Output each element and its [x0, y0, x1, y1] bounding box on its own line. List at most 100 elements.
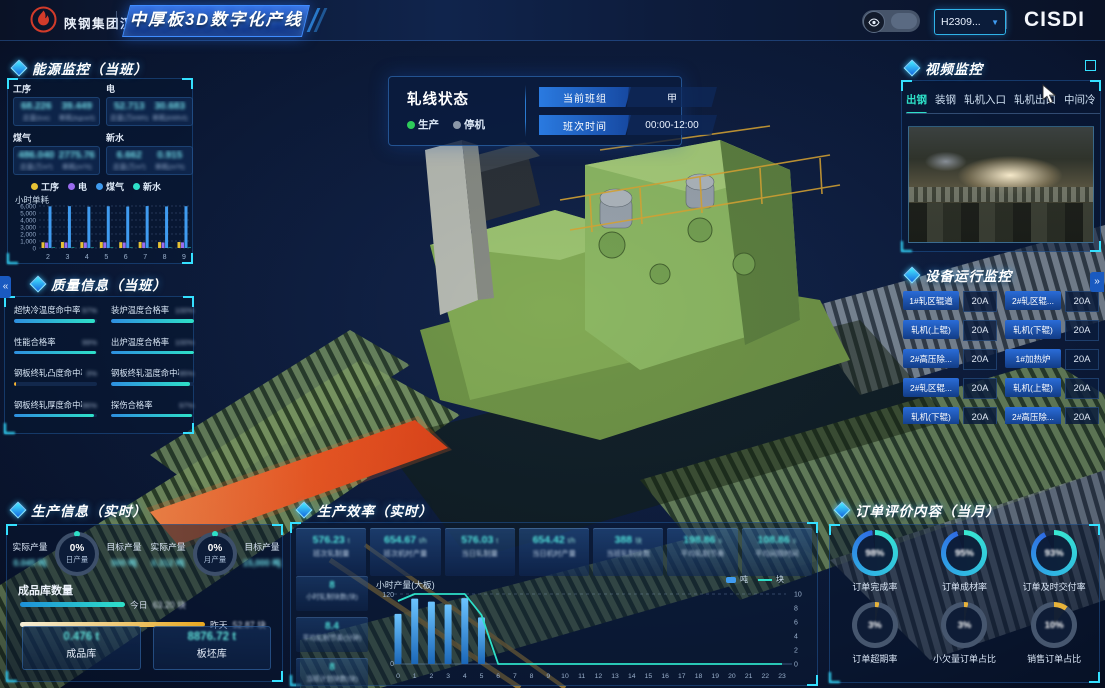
warehouse-label: 成品库: [23, 645, 140, 660]
svg-text:5: 5: [480, 673, 484, 680]
quality-progress-fill: [14, 414, 94, 418]
order-donut: 93%订单及时交付率: [1011, 530, 1097, 593]
energy-metric-unit: 单耗(m³/t): [57, 161, 98, 171]
gauge-percent: 0%: [70, 543, 84, 554]
donut-percent: 98%: [865, 548, 884, 559]
svg-text:9: 9: [546, 673, 550, 680]
energy-groups: 工序68.226总量(tce)39.449单耗(kgce/t)电52.713总量…: [13, 82, 193, 175]
donut-ring: 95%: [941, 530, 987, 576]
svg-text:120: 120: [382, 592, 394, 599]
warehouse-box: 8876.72 t板坯库: [153, 626, 272, 670]
diamond-icon: [296, 502, 313, 519]
quality-item-top: 装炉温度合格率100%: [111, 304, 194, 316]
production-gauges: 实际产量0.045 吨0%日产量目标产量500 吨实际产量0.312 吨0%月产…: [8, 532, 283, 576]
equipment-row: 2#轧区辊...20A轧机(上辊)20A: [903, 378, 1099, 399]
quality-item-top: 钢板终轧温度命中率95%: [111, 367, 194, 379]
equipment-cell: 1#加热炉20A: [1005, 349, 1099, 370]
quality-progress-track: [14, 382, 97, 386]
equipment-name-chip[interactable]: 2#高压除...: [903, 349, 959, 368]
device-select-value: H2309...: [941, 16, 981, 28]
equipment-row: 1#轧区辊道20A2#轧区辊...20A: [903, 291, 1099, 312]
top-bar: 陕钢集团汉钢公司 中厚板3D数字化产线 H2309... ▼ CISDI: [0, 0, 1105, 41]
page-title-banner: 中厚板3D数字化产线: [122, 5, 310, 37]
device-select[interactable]: H2309... ▼: [934, 9, 1006, 35]
gauge-center: 0%月产量: [197, 536, 233, 572]
equipment-name-chip[interactable]: 轧机(上辊): [903, 320, 959, 339]
video-tab-出钢[interactable]: 出钢: [906, 92, 927, 107]
svg-text:5: 5: [104, 254, 108, 261]
legend-item: 电: [68, 180, 87, 193]
equipment-name-chip[interactable]: 1#加热炉: [1005, 349, 1061, 368]
equipment-name-chip[interactable]: 轧机(下辊): [903, 407, 959, 424]
equipment-name-chip[interactable]: 轧机(下辊): [1005, 320, 1061, 339]
visibility-toggle[interactable]: [862, 10, 920, 32]
equipment-name-chip[interactable]: 2#轧区辊...: [903, 378, 959, 397]
donut-center: 3%: [946, 607, 982, 643]
video-tab-轧机出口[interactable]: 轧机出口: [1014, 92, 1056, 107]
efficiency-cards: 576.23 t班次轧制量654.67 t/h班次机时产量576.03 t当日轧…: [296, 528, 812, 576]
energy-metric-value: 30.683: [150, 101, 191, 112]
efficiency-card-label: 当日机时产量: [519, 549, 589, 559]
video-tab-装钢[interactable]: 装钢: [935, 92, 956, 107]
equipment-name-chip[interactable]: 1#轧区辊道: [903, 291, 959, 310]
svg-text:6,000: 6,000: [20, 203, 36, 210]
camera-feed-thumbnail[interactable]: [908, 126, 1094, 243]
chevron-down-icon: ▼: [991, 18, 999, 27]
donut-center: 98%: [857, 535, 893, 571]
efficiency-card: 388 块当班轧制块数: [593, 528, 663, 576]
equipment-value: 20A: [963, 349, 997, 370]
status-dot: [453, 121, 461, 129]
energy-metric-value: 486.040: [16, 150, 57, 161]
equipment-value: 20A: [1065, 378, 1099, 399]
quality-item: 装炉温度合格率100%: [111, 304, 194, 323]
quality-item-top: 超快冷温度命中率97%: [14, 304, 97, 316]
quality-progress-fill: [14, 319, 95, 323]
collapse-right-button[interactable]: »: [1090, 272, 1104, 292]
svg-text:10: 10: [561, 673, 569, 680]
order-donut: 98%订单完成率: [832, 530, 918, 593]
shift-value: 甲: [627, 87, 717, 107]
legend-dot: [96, 183, 103, 190]
toggle-knob: [891, 13, 917, 29]
energy-group-name: 煤气: [13, 131, 100, 144]
svg-text:13: 13: [611, 673, 619, 680]
quality-progress-track: [111, 382, 194, 386]
page-title: 中厚板3D数字化产线: [127, 6, 305, 35]
gauge-actual-label: 实际产量: [8, 540, 52, 553]
energy-metric-value: 0.915: [150, 150, 191, 161]
legend-label: 工序: [41, 180, 59, 193]
warehouse-value: 8876.72 t: [154, 631, 271, 643]
video-panel: 视频监控 出钢装钢轧机入口轧机出口中间冷电加热: [898, 54, 1104, 255]
quality-item: 钢板终轧温度命中率95%: [111, 367, 194, 386]
quality-panel: 质量信息（当班） 超快冷温度命中率97%装炉温度合格率100%性能合格率99%出…: [2, 270, 196, 436]
svg-text:0: 0: [32, 245, 36, 252]
gauge-actual: 实际产量0.312 吨: [146, 540, 190, 569]
energy-group-box: 52.713总量(万kWh)30.683单耗(kWh/t): [106, 97, 193, 126]
side-box-label: 小时轧制块数(块): [296, 591, 368, 601]
quality-progress-fill: [111, 414, 192, 418]
efficiency-card-label: 平均轧制节奏: [667, 549, 737, 559]
efficiency-card-label: 班次轧制量: [296, 549, 366, 559]
quality-item-label: 钢板终轧厚度命中率: [14, 399, 82, 411]
svg-text:6: 6: [496, 673, 500, 680]
svg-text:4: 4: [463, 673, 467, 680]
equipment-cell: 2#轧区辊...20A: [1005, 291, 1099, 312]
video-tab-轧机入口[interactable]: 轧机入口: [964, 92, 1006, 107]
efficiency-card: 198.86 s平均轧制节奏: [667, 528, 737, 576]
side-box-label: 当班计划块数(块): [296, 673, 368, 683]
equipment-name-chip[interactable]: 轧机(上辊): [1005, 378, 1061, 397]
orders-panel-title: 订单评价内容（当月）: [855, 500, 1000, 520]
energy-group: 煤气486.040总量(万m³)2775.76单耗(m³/t): [13, 131, 100, 175]
legend-item: 煤气: [96, 180, 124, 193]
collapse-left-button[interactable]: «: [0, 276, 11, 298]
video-tab-中间冷[interactable]: 中间冷: [1064, 92, 1096, 107]
quality-item-label: 钢板终轧温度命中率: [111, 367, 179, 379]
equipment-name-chip[interactable]: 2#轧区辊...: [1005, 291, 1061, 310]
expand-icon[interactable]: [1085, 60, 1096, 71]
equipment-name-chip[interactable]: 2#高压除...: [1005, 407, 1061, 424]
efficiency-card-label: 平均间隙时间: [742, 549, 812, 559]
gauge-ring: 0%月产量: [193, 532, 237, 576]
line-status-title: 轧线状态: [407, 88, 469, 109]
warehouse-boxes: 0.476 t成品库8876.72 t板坯库: [22, 626, 271, 670]
svg-text:23: 23: [778, 673, 786, 680]
